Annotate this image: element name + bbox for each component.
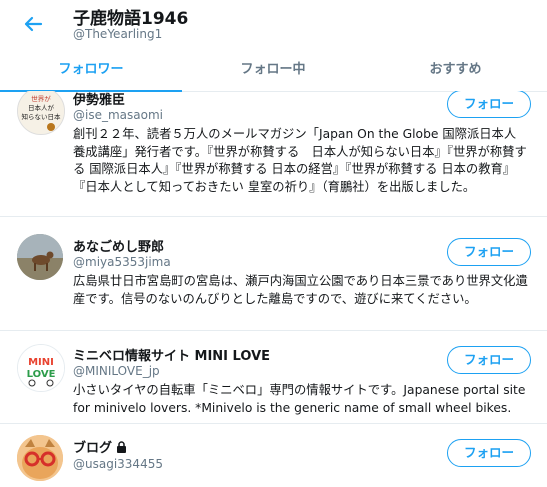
avatar[interactable]: MINI LOVE [17,344,65,392]
header: 子鹿物語1946 @TheYearling1 [0,0,547,50]
back-button[interactable] [21,12,45,36]
minilove-logo-icon: MINI LOVE [18,345,64,391]
user-handle[interactable]: @ise_masaomi [73,108,163,122]
list-item[interactable]: あなごめし野郎 @miya5353jima 広島県廿日市宮島町の宮島は、瀬戸内海… [0,216,547,331]
avatar[interactable]: 世界が 日本人が 知らない日本 [17,91,65,135]
user-name[interactable]: あなごめし野郎 [73,236,164,255]
user-handle[interactable]: @miya5353jima [73,255,171,269]
follow-button[interactable]: フォロー [447,238,531,266]
list-item[interactable]: ブログ @usagi334455 フォロー [0,423,547,487]
user-bio: 広島県廿日市宮島町の宮島は、瀬戸内海国立公園であり日本三景であり世界文化遺産です… [73,274,528,306]
tab-label: フォロー中 [240,62,306,77]
user-name[interactable]: ミニベロ情報サイト MINI LOVE [73,345,270,364]
svg-text:日本人が: 日本人が [28,103,55,112]
follow-button[interactable]: フォロー [447,346,531,374]
list-item[interactable]: MINI LOVE ミニベロ情報サイト MINI LOVE @MINILOVE_… [0,330,547,424]
list-item[interactable]: 世界が 日本人が 知らない日本 伊勢雅臣 @ise_masaomi 創刊２２年、… [0,91,547,217]
deer-photo-icon [17,234,63,280]
svg-text:MINI: MINI [28,357,54,368]
page-title: 子鹿物語1946 [73,9,189,29]
lock-icon [117,441,127,453]
svg-text:LOVE: LOVE [27,369,56,380]
user-bio: 創刊２２年、読者５万人のメールマガジン「Japan On the Globe 国… [73,127,527,194]
page-handle: @TheYearling1 [73,27,163,41]
book-cover-icon: 世界が 日本人が 知らない日本 [18,91,64,134]
tab-following[interactable]: フォロー中 [182,51,364,91]
user-handle[interactable]: @MINILOVE_jp [73,364,160,378]
user-bio: 小さいタイヤの自転車「ミニベロ」専門の情報サイトです。Japanese port… [73,383,526,415]
tab-label: おすすめ [429,62,482,77]
svg-text:知らない日本: 知らない日本 [22,112,62,121]
avatar[interactable] [17,234,63,280]
tab-bar: フォロワー フォロー中 おすすめ [0,51,547,92]
user-handle[interactable]: @usagi334455 [73,457,163,471]
user-name[interactable]: ブログ [73,437,127,456]
character-glasses-icon [17,435,63,481]
follower-list: 世界が 日本人が 知らない日本 伊勢雅臣 @ise_masaomi 創刊２２年、… [0,91,547,487]
tab-label: フォロワー [58,62,124,77]
avatar[interactable] [17,435,63,481]
svg-text:世界が: 世界が [31,94,51,103]
tab-recommended[interactable]: おすすめ [364,51,547,91]
follow-button[interactable]: フォロー [447,439,531,467]
tab-followers[interactable]: フォロワー [0,51,182,92]
arrow-left-icon [24,16,43,32]
user-name-text: ブログ [73,441,113,456]
user-name[interactable]: 伊勢雅臣 [73,91,125,108]
follow-button[interactable]: フォロー [447,91,531,118]
